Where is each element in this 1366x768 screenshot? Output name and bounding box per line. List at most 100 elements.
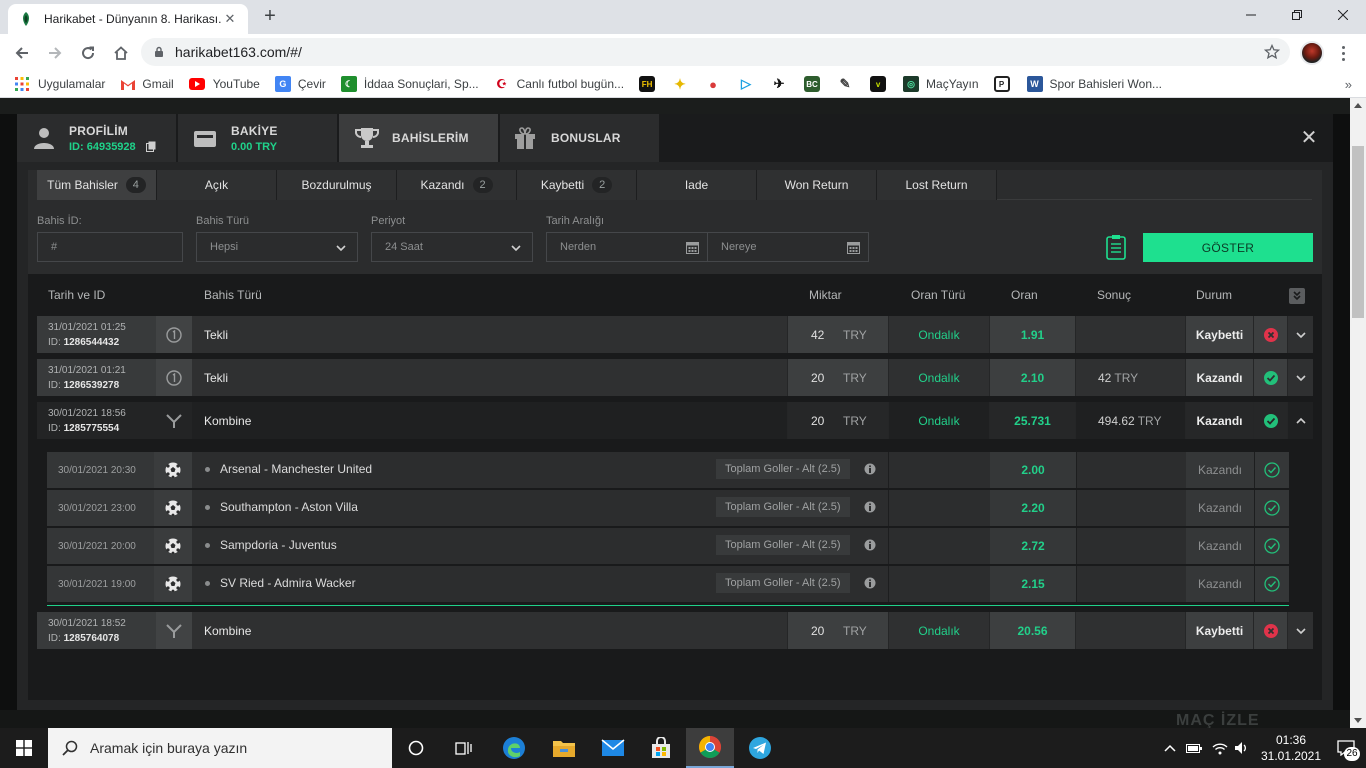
bookmark-iddaa[interactable]: ☾ İddaa Sonuçlari, Sp... xyxy=(340,76,479,92)
taskbar-store[interactable] xyxy=(637,728,685,768)
back-button[interactable] xyxy=(8,39,36,67)
taskbar-file-explorer[interactable] xyxy=(540,728,588,768)
bookmark-translate[interactable]: G Çevir xyxy=(274,76,326,92)
browser-tab-title: Harikabet - Dünyanın 8. Harikası. xyxy=(44,12,222,26)
bookmark-spor[interactable]: W Spor Bahisleri Won... xyxy=(1026,76,1162,92)
scroll-up-icon[interactable] xyxy=(1354,103,1362,108)
vs-icon[interactable]: v xyxy=(870,76,887,92)
bookmarks-more-icon[interactable]: » xyxy=(1345,77,1352,92)
filter-tab-all[interactable]: Tüm Bahisler 4 xyxy=(37,170,157,200)
new-tab-button[interactable]: + xyxy=(260,6,280,28)
modal-close-icon[interactable]: ✕ xyxy=(1299,128,1319,148)
browser-tab[interactable]: Harikabet - Dünyanın 8. Harikası. ✕ xyxy=(8,4,248,34)
bet-type-value: Hepsi xyxy=(210,241,239,253)
start-button[interactable] xyxy=(0,728,48,768)
system-tray: 01:36 31.01.2021 26 xyxy=(1164,728,1366,768)
notification-center-button[interactable]: 26 xyxy=(1326,728,1366,768)
row-date-id: 30/01/2021 18:56 ID: 1285775554 xyxy=(37,402,156,439)
cortana-button[interactable] xyxy=(392,728,440,768)
tab-my-bets[interactable]: BAHİSLERİM xyxy=(339,114,500,162)
double-chevron-down-icon xyxy=(1293,291,1301,301)
system-clock[interactable]: 01:36 31.01.2021 xyxy=(1256,732,1326,764)
info-icon[interactable] xyxy=(864,463,876,477)
browser-menu-icon[interactable] xyxy=(1334,42,1352,64)
filter-tab-won[interactable]: Kazandı 2 xyxy=(397,170,517,200)
bookmark-star-icon[interactable] xyxy=(1264,44,1280,60)
volume-icon[interactable] xyxy=(1234,741,1250,755)
reload-button[interactable] xyxy=(74,39,102,67)
show-button[interactable]: GÖSTER xyxy=(1143,233,1313,262)
table-row[interactable]: 31/01/2021 01:25 ID: 1286544432 Tekli 42 T… xyxy=(37,316,1313,353)
filter-tab-refund[interactable]: Iade xyxy=(637,170,757,200)
tab-profile[interactable]: PROFİLİM ID: 64935928 xyxy=(17,114,178,162)
filter-tab-open[interactable]: Açık xyxy=(157,170,277,200)
profile-avatar[interactable] xyxy=(1300,41,1324,65)
collapse-all-button[interactable] xyxy=(1289,288,1305,304)
bookmark-canli[interactable]: ☪ Canlı futbol bugün... xyxy=(493,76,624,92)
sparkle-icon[interactable]: ✦ xyxy=(672,76,688,92)
date-from-input[interactable]: Nerden xyxy=(546,232,708,262)
football-icon xyxy=(154,566,192,602)
taskbar-mail[interactable] xyxy=(589,728,637,768)
expand-chevron-down-icon[interactable] xyxy=(1287,359,1313,396)
row-amount-value: 42 xyxy=(811,328,825,342)
address-bar[interactable]: harikabet163.com/#/ xyxy=(141,38,1290,66)
ball-icon[interactable]: ● xyxy=(705,76,721,92)
scroll-down-icon[interactable] xyxy=(1354,718,1362,723)
taskbar-edge[interactable] xyxy=(490,728,538,768)
badge-icon[interactable]: BC xyxy=(804,76,821,92)
minimize-window-button[interactable] xyxy=(1228,0,1274,30)
frame-icon[interactable]: P xyxy=(993,76,1010,92)
forward-button[interactable] xyxy=(41,39,69,67)
taskbar-chrome[interactable] xyxy=(686,728,734,768)
close-tab-icon[interactable]: ✕ xyxy=(222,11,238,27)
period-select[interactable]: 24 Saat xyxy=(371,232,533,262)
bet-id-input[interactable]: # xyxy=(37,232,183,262)
filter-tab-won-return[interactable]: Won Return xyxy=(757,170,877,200)
info-icon[interactable] xyxy=(864,539,876,553)
table-row-expanded[interactable]: 30/01/2021 18:56 ID: 1285775554 Kombine 2… xyxy=(37,402,1313,439)
row-bet-type: Tekli xyxy=(204,328,229,342)
restore-window-button[interactable] xyxy=(1274,0,1320,30)
bet-type-select[interactable]: Hepsi xyxy=(196,232,358,262)
clipboard-icon[interactable] xyxy=(1106,234,1126,260)
home-button[interactable] xyxy=(107,39,135,67)
tab-bonuses[interactable]: BONUSLAR xyxy=(500,114,661,162)
collapse-chevron-up-icon[interactable] xyxy=(1287,402,1313,439)
table-row[interactable]: 31/01/2021 01:21 ID: 1286539278 Tekli 20 T… xyxy=(37,359,1313,396)
modal-header: PROFİLİM ID: 64935928 BAKİYE 0.00 TRY BA… xyxy=(17,114,1333,162)
filter-tab-cashed-out[interactable]: Bozdurulmuş xyxy=(277,170,397,200)
bookmark-gmail[interactable]: Gmail xyxy=(120,77,174,91)
lost-icon xyxy=(1253,612,1287,649)
close-window-button[interactable] xyxy=(1320,0,1366,30)
row-status: Kaybetti xyxy=(1185,612,1253,649)
table-row[interactable]: 30/01/2021 18:52 ID: 1285764078 Kombine 2… xyxy=(37,612,1313,649)
page-scrollbar[interactable] xyxy=(1350,98,1366,728)
battery-icon[interactable] xyxy=(1186,742,1202,754)
info-icon[interactable] xyxy=(864,501,876,515)
row-id-value: 1286544432 xyxy=(63,337,120,348)
tool-icon[interactable]: ✎ xyxy=(837,76,853,92)
reload-icon xyxy=(82,46,95,59)
taskbar-telegram[interactable] xyxy=(736,728,784,768)
bookmark-macyayin[interactable]: ◎ MaçYayın xyxy=(903,76,979,92)
fh-icon[interactable]: FH xyxy=(639,76,656,92)
info-icon[interactable] xyxy=(864,577,876,591)
task-view-button[interactable] xyxy=(440,728,488,768)
bookmark-apps[interactable]: Uygulamalar xyxy=(14,76,105,92)
date-to-input[interactable]: Nereye xyxy=(707,232,869,262)
runner-icon[interactable]: ✈ xyxy=(771,76,787,92)
filter-tab-lost-return[interactable]: Lost Return xyxy=(877,170,997,200)
scroll-thumb[interactable] xyxy=(1352,146,1364,318)
copy-icon[interactable] xyxy=(145,141,156,152)
tray-chevron-up-icon[interactable] xyxy=(1164,743,1176,753)
taskbar-search-box[interactable]: Aramak için buraya yazın xyxy=(48,728,392,768)
play-icon[interactable]: ▷ xyxy=(738,76,754,92)
event-match: Sampdoria - Juventus xyxy=(205,538,337,552)
expand-chevron-down-icon[interactable] xyxy=(1287,612,1313,649)
tab-balance[interactable]: BAKİYE 0.00 TRY xyxy=(178,114,339,162)
filter-tab-lost[interactable]: Kaybetti 2 xyxy=(517,170,637,200)
bookmark-youtube[interactable]: YouTube xyxy=(188,77,260,91)
wifi-icon[interactable] xyxy=(1212,741,1228,755)
expand-chevron-down-icon[interactable] xyxy=(1287,316,1313,353)
